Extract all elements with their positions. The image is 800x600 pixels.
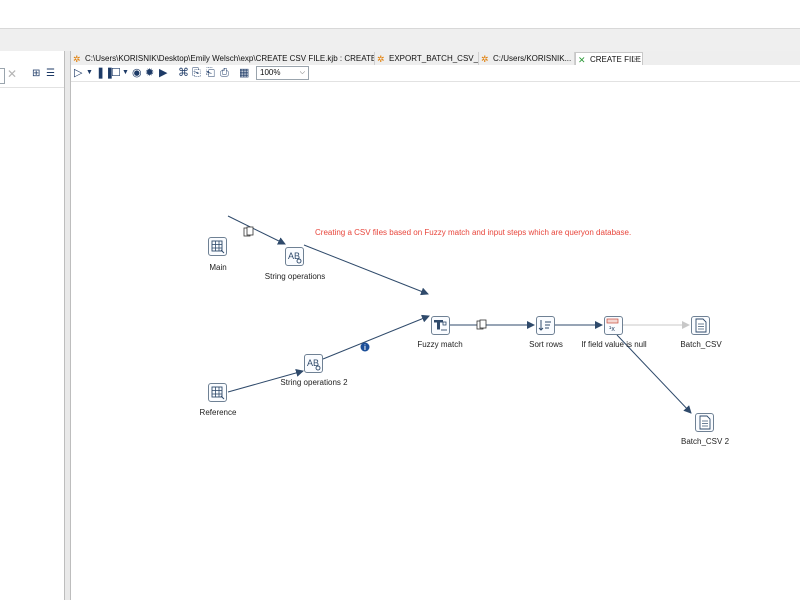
sql-icon[interactable]: ⎗	[206, 66, 215, 80]
tab-create-file[interactable]: ✕ CREATE FILE ☒	[575, 52, 643, 66]
string-operations-icon: AB	[306, 356, 321, 371]
step-string-operations[interactable]: AB	[285, 247, 304, 266]
step-label: Main	[209, 263, 226, 272]
preview-icon[interactable]: ◉	[132, 66, 142, 80]
text-file-output-icon	[697, 415, 712, 430]
step-reference[interactable]	[208, 383, 227, 402]
show-results-icon[interactable]: ▦	[239, 66, 249, 80]
verify-icon[interactable]: ⌘	[178, 66, 189, 80]
stop-icon[interactable]: ☐	[111, 66, 121, 80]
canvas[interactable]: i Creating a CSV files based on Fuzzy ma…	[71, 82, 800, 600]
editor-tab-bar: ✲ C:\Users\KORISNIK\Desktop\Emily Welsch…	[71, 51, 800, 66]
explore-db-icon[interactable]: ⎙	[220, 66, 229, 80]
left-panel: ✕ ⊞ ☰	[0, 51, 65, 600]
editor-toolbar: ▷ ▼ ❚❚ ☐ ▼ ◉ ✹ ▶ ⌘ ⎘ ⎗ ⎙ ▦ 100% ⌵	[71, 65, 800, 82]
step-main[interactable]	[208, 237, 227, 256]
step-fuzzy-match[interactable]	[431, 316, 450, 335]
hop-string-ops2-fuzzy[interactable]	[323, 316, 429, 359]
chevron-down-icon: ⌵	[300, 67, 305, 79]
step-batch-csv[interactable]	[691, 316, 710, 335]
step-label: If field value is null	[581, 340, 646, 349]
step-if-field-value-is-null[interactable]: ¹x	[604, 316, 623, 335]
step-string-operations-2[interactable]: AB	[304, 354, 323, 373]
if-null-icon: ¹x	[606, 318, 621, 333]
clear-icon[interactable]: ✕	[7, 67, 17, 81]
tab-create-csv-file[interactable]: ✲ C:\Users\KORISNIK\Desktop\Emily Welsch…	[71, 52, 375, 65]
filter-input[interactable]	[0, 68, 5, 84]
run-icon[interactable]: ▷	[74, 66, 82, 80]
info-icon: i	[361, 343, 370, 353]
debug-icon[interactable]: ✹	[145, 66, 154, 80]
tab-users-korisnik[interactable]: ✲ C:/Users/KORISNIK...	[479, 52, 575, 65]
fuzzy-match-icon	[433, 318, 448, 333]
canvas-note[interactable]: Creating a CSV files based on Fuzzy matc…	[315, 228, 631, 237]
step-label: Fuzzy match	[417, 340, 462, 349]
expand-all-icon[interactable]: ⊞	[32, 68, 40, 79]
stop-dropdown-icon[interactable]: ▼	[122, 66, 129, 80]
step-batch-csv-2[interactable]	[695, 413, 714, 432]
menu-strip	[0, 29, 800, 51]
string-operations-icon: AB	[287, 249, 302, 264]
analyze-impact-icon[interactable]: ⎘	[192, 66, 201, 80]
hop-main-string-ops[interactable]	[228, 216, 285, 244]
svg-text:i: i	[364, 345, 366, 352]
tab-export-batch-csv[interactable]: ✲ EXPORT_BATCH_CSV_...	[375, 52, 479, 65]
step-label: Batch_CSV 2	[681, 437, 729, 446]
job-icon: ✲	[73, 53, 81, 65]
copy-rows-icon	[244, 227, 253, 236]
job-icon: ✲	[377, 53, 385, 65]
transformation-editor: ✲ C:\Users\KORISNIK\Desktop\Emily Welsch…	[71, 51, 800, 600]
svg-text:¹x: ¹x	[609, 326, 615, 333]
step-label: Batch_CSV	[680, 340, 721, 349]
step-label: String operations 2	[280, 378, 347, 387]
step-sort-rows[interactable]	[536, 316, 555, 335]
text-file-output-icon	[693, 318, 708, 333]
zoom-select[interactable]: 100% ⌵	[256, 66, 309, 80]
table-input-icon	[210, 385, 225, 400]
copy-rows-icon	[477, 320, 486, 329]
title-bar	[0, 0, 800, 29]
collapse-all-icon[interactable]: ☰	[46, 68, 55, 79]
step-label: Reference	[200, 408, 237, 417]
hop-string-ops-fuzzy[interactable]	[304, 245, 428, 294]
step-label: String operations	[265, 272, 325, 281]
left-panel-toolbar: ✕ ⊞ ☰	[0, 65, 64, 88]
job-icon: ✲	[481, 53, 489, 65]
run-dropdown-icon[interactable]: ▼	[86, 66, 93, 80]
table-input-icon	[210, 239, 225, 254]
sort-rows-icon	[538, 318, 553, 333]
replay-icon[interactable]: ▶	[159, 66, 167, 80]
step-label: Sort rows	[529, 340, 563, 349]
